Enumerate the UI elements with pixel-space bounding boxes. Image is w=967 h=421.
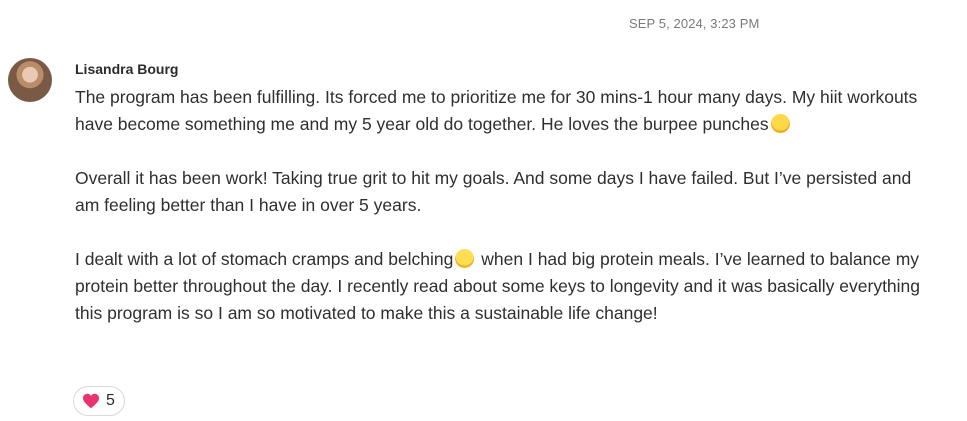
author-name[interactable]: Lisandra Bourg <box>75 61 178 77</box>
reaction-button[interactable]: 5 <box>73 386 125 416</box>
paragraph-3-text-start: I dealt with a lot of stomach cramps and… <box>75 249 454 269</box>
paragraph-3: I dealt with a lot of stomach cramps and… <box>75 246 935 327</box>
reaction-count: 5 <box>106 392 115 409</box>
paragraph-2: Overall it has been work! Taking true gr… <box>75 168 912 215</box>
paragraph-1-text: The program has been fulfilling. Its for… <box>75 87 918 134</box>
post-body: The program has been fulfilling. Its for… <box>75 84 935 327</box>
post-timestamp: SEP 5, 2024, 3:23 PM <box>629 16 760 31</box>
avatar[interactable] <box>8 58 52 102</box>
heart-icon <box>83 393 99 409</box>
paragraph-1: The program has been fulfilling. Its for… <box>75 84 935 138</box>
laughing-emoji-icon <box>770 114 790 133</box>
grimacing-emoji-icon <box>455 249 475 268</box>
